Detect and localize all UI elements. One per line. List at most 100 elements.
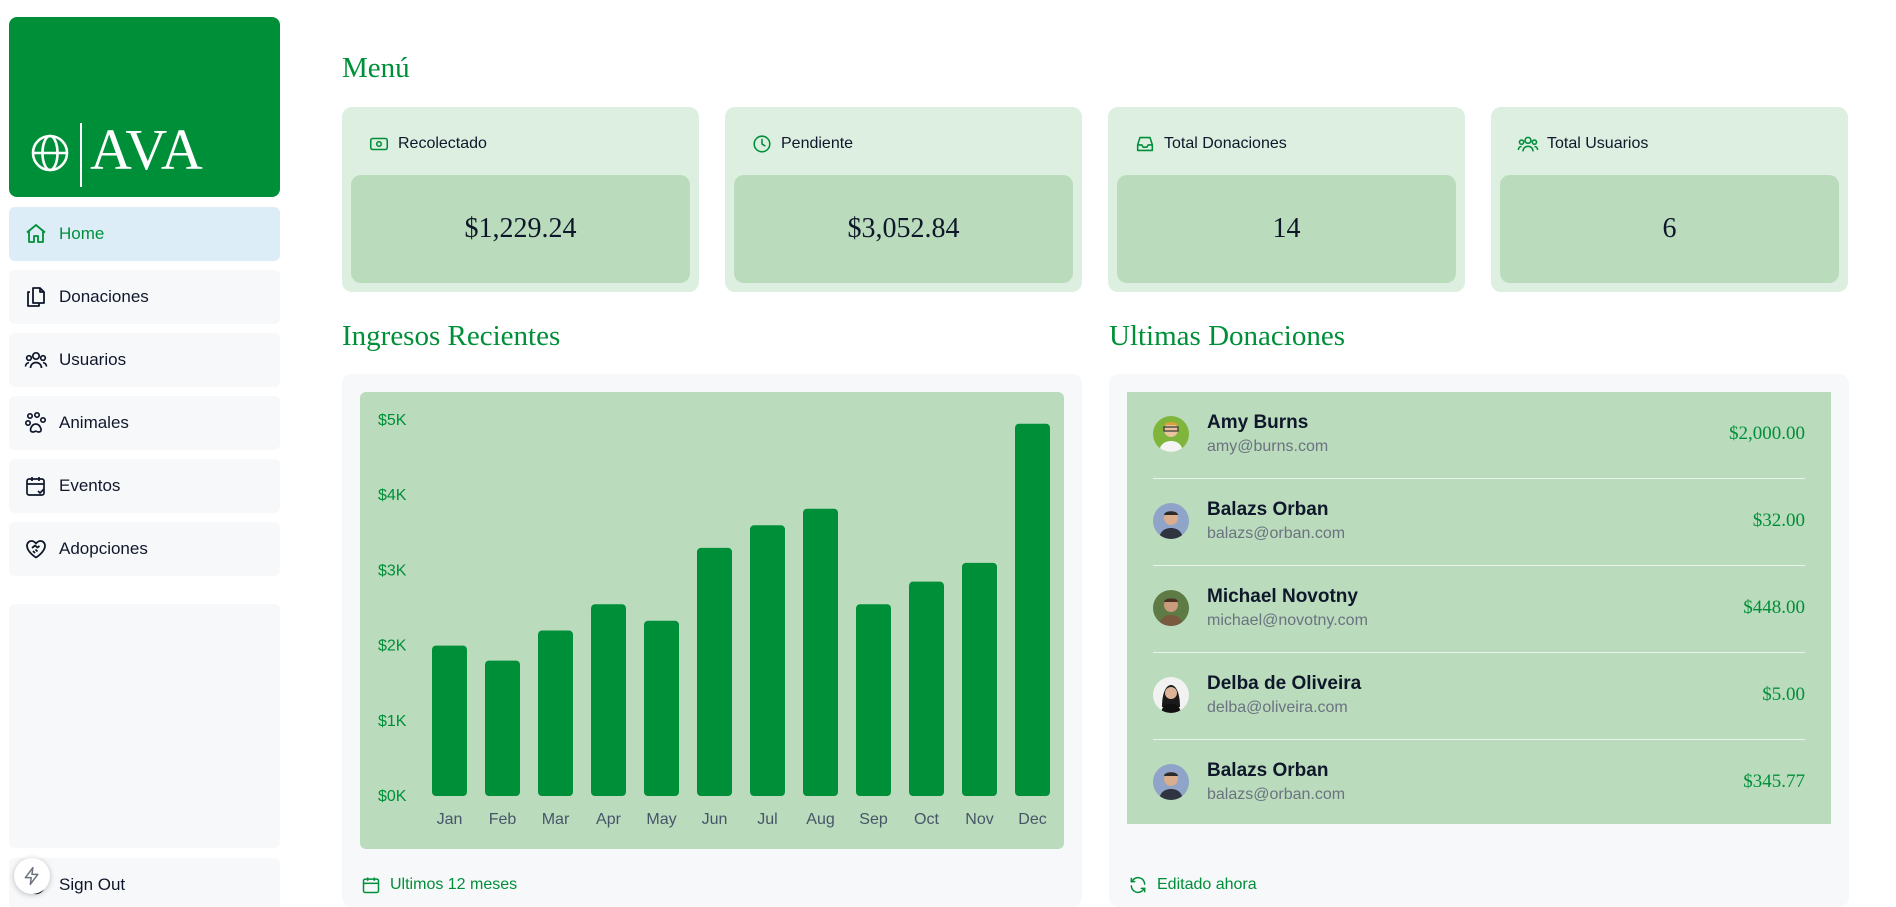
revenue-bar-chart: $0K $1K $2K $3K $4K $5K Jan Feb Mar Apr May Jun Jul A…: [378, 412, 1050, 828]
users-icon: [1517, 133, 1539, 155]
y-tick-label: $3K: [378, 562, 407, 579]
y-tick-label: $1K: [378, 713, 407, 730]
donor-email: balazs@orban.com: [1207, 525, 1346, 542]
donation-row[interactable]: Michael Novotny michael@novotny.com $448…: [1153, 566, 1805, 653]
donor-email: delba@oliveira.com: [1207, 699, 1348, 716]
avatar: [1153, 503, 1189, 539]
sidebar-item-label: Animales: [59, 413, 129, 432]
home-icon: [23, 221, 49, 247]
sidebar-item-eventos[interactable]: Eventos: [9, 459, 280, 513]
donor-email: michael@novotny.com: [1207, 612, 1368, 629]
sidebar-item-usuarios[interactable]: Usuarios: [9, 333, 280, 387]
avatar: [1153, 416, 1189, 452]
sidebar-item-donaciones[interactable]: Donaciones: [9, 270, 280, 324]
x-tick-label: Nov: [965, 811, 993, 828]
logo-text: AVA: [90, 117, 204, 182]
sidebar-item-animales[interactable]: Animales: [9, 396, 280, 450]
donations-list: Amy Burns amy@burns.com $2,000.00 Balazs…: [1127, 392, 1831, 824]
donation-amount: $345.77: [1743, 771, 1805, 792]
avatar: [1153, 764, 1189, 800]
sidebar-item-label: Adopciones: [59, 539, 148, 558]
donation-row[interactable]: Balazs Orban balazs@orban.com $32.00: [1153, 479, 1805, 566]
x-tick-label: Dec: [1018, 811, 1046, 828]
stat-card-total-usuarios: Total Usuarios 6: [1491, 107, 1848, 292]
x-tick-label: Mar: [542, 811, 570, 828]
stat-label: Pendiente: [781, 135, 854, 152]
bar-jun[interactable]: [697, 547, 732, 796]
x-tick-label: Jun: [702, 811, 728, 828]
y-tick-label: $4K: [378, 487, 407, 504]
donor-email: balazs@orban.com: [1207, 786, 1346, 803]
stat-value: $1,229.24: [351, 175, 690, 283]
clock-icon: [751, 133, 773, 155]
sidebar-item-label: Donaciones: [59, 287, 149, 306]
avatar: [1153, 590, 1189, 626]
donor-email: amy@burns.com: [1207, 438, 1329, 455]
globe-icon: [31, 134, 69, 172]
inbox-icon: [1134, 133, 1156, 155]
donation-amount: $5.00: [1762, 684, 1805, 705]
bar-aug[interactable]: [803, 508, 838, 796]
donation-amount: $2,000.00: [1729, 423, 1805, 444]
bar-may[interactable]: [644, 620, 679, 796]
donor-name: Amy Burns: [1207, 412, 1309, 433]
bar-oct[interactable]: [909, 581, 944, 796]
bar-nov[interactable]: [962, 562, 997, 796]
heart-handshake-icon: [23, 536, 49, 562]
chart-footer: Ultimos 12 meses: [360, 874, 517, 896]
stat-label: Total Usuarios: [1547, 135, 1649, 152]
stat-label: Recolectado: [398, 135, 487, 152]
sidebar-item-home[interactable]: Home: [9, 207, 280, 261]
documents-icon: [23, 284, 49, 310]
donor-name: Balazs Orban: [1207, 499, 1329, 520]
sidebar-item-label: Home: [59, 224, 105, 243]
donations-footer-label: Editado ahora: [1157, 876, 1257, 893]
x-tick-label: Jan: [437, 811, 463, 828]
donation-row[interactable]: Delba de Oliveira delba@oliveira.com $5.…: [1153, 653, 1805, 740]
donation-amount: $448.00: [1743, 597, 1805, 618]
sign-out-label: Sign Out: [59, 875, 126, 894]
paw-icon: [23, 410, 49, 436]
refresh-icon: [1127, 874, 1149, 896]
lightning-icon: [24, 866, 39, 886]
stat-value: 6: [1500, 175, 1839, 283]
bar-jul[interactable]: [750, 525, 785, 796]
sign-out-button[interactable]: Sign Out: [9, 858, 280, 907]
bar-mar[interactable]: [538, 630, 573, 796]
lightning-badge[interactable]: [14, 858, 50, 894]
sidebar-spacer: [9, 604, 280, 848]
bar-jan[interactable]: [432, 645, 467, 796]
x-tick-label: May: [646, 811, 676, 828]
bar-dec[interactable]: [1015, 423, 1050, 796]
avatar: [1153, 677, 1189, 713]
bar-apr[interactable]: [591, 604, 626, 796]
latest-donations-panel: Amy Burns amy@burns.com $2,000.00 Balazs…: [1109, 374, 1849, 907]
chart-footer-label: Ultimos 12 meses: [390, 876, 518, 893]
revenue-chart-area: $0K $1K $2K $3K $4K $5K Jan Feb Mar Apr May Jun Jul A…: [360, 392, 1064, 849]
x-tick-label: Sep: [859, 811, 888, 828]
donor-name: Michael Novotny: [1207, 586, 1358, 607]
y-tick-label: $2K: [378, 638, 407, 655]
donation-row[interactable]: Balazs Orban balazs@orban.com $345.77: [1153, 740, 1805, 827]
bar-sep[interactable]: [856, 604, 891, 796]
donation-row[interactable]: Amy Burns amy@burns.com $2,000.00: [1153, 392, 1805, 479]
ingresos-title: Ingresos Recientes: [342, 320, 561, 352]
bar-feb[interactable]: [485, 660, 520, 796]
x-tick-label: Aug: [806, 811, 834, 828]
menu-title: Menú: [342, 52, 410, 84]
x-tick-label: Jul: [757, 811, 777, 828]
x-tick-label: Apr: [596, 811, 622, 828]
ultimas-title: Ultimas Donaciones: [1109, 320, 1345, 352]
donations-footer: Editado ahora: [1127, 874, 1257, 896]
stat-card-total-donaciones: Total Donaciones 14: [1108, 107, 1465, 292]
users-icon: [23, 347, 49, 373]
banknote-icon: [368, 133, 390, 155]
logo-box[interactable]: AVA: [9, 17, 280, 197]
stat-card-recolectado: Recolectado $1,229.24: [342, 107, 699, 292]
calendar-icon: [360, 874, 382, 896]
sidebar-item-label: Usuarios: [59, 350, 127, 369]
sidebar-item-label: Eventos: [59, 476, 121, 495]
sidebar-item-adopciones[interactable]: Adopciones: [9, 522, 280, 576]
stat-label: Total Donaciones: [1164, 135, 1287, 152]
stat-value: 14: [1117, 175, 1456, 283]
